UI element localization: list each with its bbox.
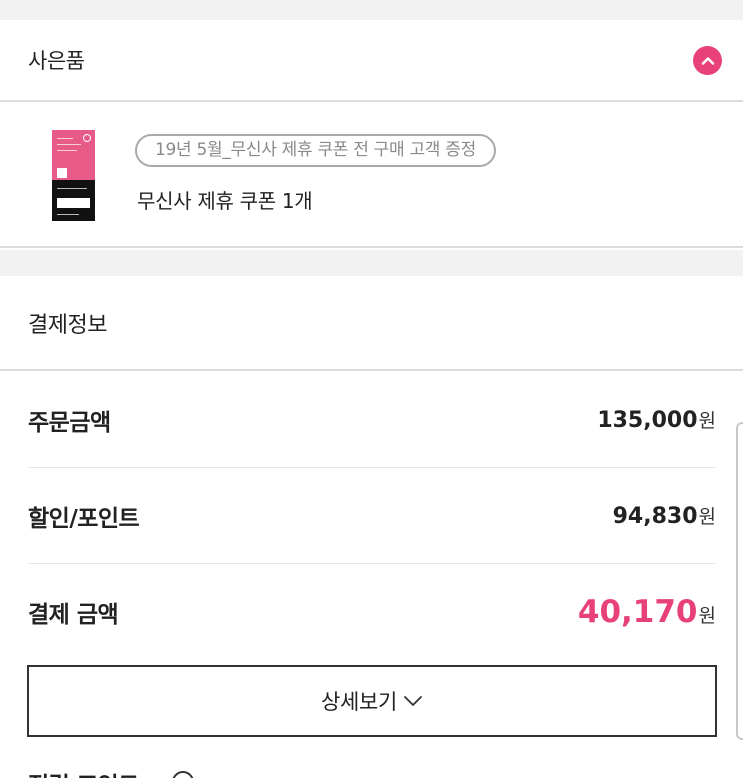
payment-title: 결제정보 (28, 312, 107, 338)
order-amount: 135,000 (597, 408, 698, 433)
coupon-thumbnail (52, 130, 95, 221)
total-value: 40,170 원 (578, 594, 716, 630)
gift-title: 사은품 (28, 49, 85, 73)
gift-item-name: 무신사 제휴 쿠폰 1개 (137, 189, 313, 213)
gift-header[interactable]: 사은품 (0, 20, 743, 102)
currency-unit: 원 (698, 605, 716, 627)
order-amount-label: 주문금액 (28, 409, 111, 436)
info-icon[interactable] (172, 771, 194, 778)
gift-section: 사은품 19년 5월_무신사 제휴 쿠폰 전 구매 고객 증정 무신사 제휴 쿠… (0, 20, 743, 250)
chevron-down-icon (404, 696, 422, 706)
detail-button[interactable]: 상세보기 (27, 665, 717, 737)
chevron-up-icon (701, 56, 714, 65)
total-amount: 40,170 (577, 594, 698, 630)
total-label: 결제 금액 (28, 602, 119, 628)
discount-amount: 94,830 (612, 504, 698, 529)
payment-section: 결제정보 주문금액 135,000 원 할인/포인트 94,830 원 결제 금… (0, 276, 743, 778)
order-amount-row: 주문금액 135,000 원 (28, 372, 716, 468)
discount-row: 할인/포인트 94,830 원 (28, 468, 716, 564)
payment-header: 결제정보 (0, 276, 743, 371)
reward-points-title: 적립 포인트 (28, 766, 139, 778)
currency-unit: 원 (698, 410, 716, 432)
collapse-button[interactable] (693, 45, 722, 75)
total-row: 결제 금액 40,170 원 (28, 564, 716, 660)
discount-label: 할인/포인트 (28, 505, 140, 532)
order-amount-value: 135,000 원 (597, 406, 716, 433)
scroll-handle[interactable] (736, 422, 743, 740)
currency-unit: 원 (698, 506, 716, 528)
discount-value: 94,830 원 (613, 502, 716, 529)
gift-item: 19년 5월_무신사 제휴 쿠폰 전 구매 고객 증정 무신사 제휴 쿠폰 1개 (0, 102, 743, 248)
detail-button-label: 상세보기 (320, 690, 398, 714)
gift-promo-tag: 19년 5월_무신사 제휴 쿠폰 전 구매 고객 증정 (135, 134, 496, 167)
